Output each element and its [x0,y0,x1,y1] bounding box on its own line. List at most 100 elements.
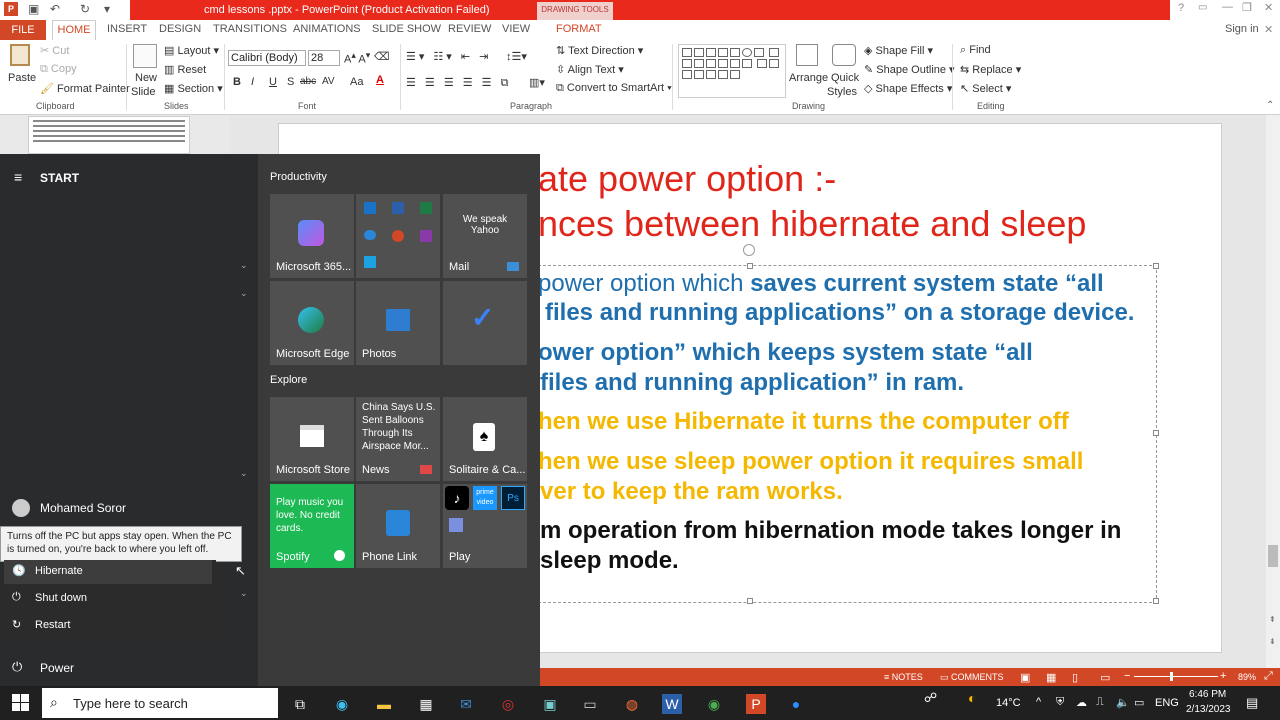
tab-file[interactable]: FILE [0,20,46,40]
zoom-level[interactable]: 89% [1238,672,1256,682]
power-option-shutdown[interactable]: ⏻ Shut down [4,587,212,611]
zoom-in-icon[interactable]: + [1220,670,1226,682]
tab-home[interactable]: HOME [52,20,96,40]
zoom-slider[interactable] [1134,676,1218,677]
tab-design[interactable]: DESIGN [159,23,201,35]
shape-fill-button[interactable]: ◈ Shape Fill ▾ [864,44,933,57]
tile-todo[interactable]: ✓ [443,281,527,365]
underline-button[interactable]: U [269,76,277,88]
power-option-restart[interactable]: ↻ Restart [4,614,212,638]
shape-effects-button[interactable]: ◇ Shape Effects ▾ [864,82,952,95]
ribbon-close-icon[interactable]: ✕ [1264,23,1273,36]
tile-microsoft-365[interactable]: Microsoft 365... [270,194,354,278]
chevron-down-icon[interactable]: ⌄ [240,288,248,299]
paste-button[interactable] [6,42,34,72]
tab-view[interactable]: VIEW [502,23,530,35]
change-case-button[interactable]: Aa [350,76,363,88]
store-taskbar-icon[interactable]: ▦ [416,694,436,714]
scrollbar-thumb[interactable] [1268,545,1278,567]
customize-quick-access-icon[interactable]: ▾ [104,2,110,16]
clear-format-icon[interactable]: ⌫ [374,50,390,63]
power-option-hibernate[interactable]: 🕓 Hibernate [4,560,212,584]
tile-play-folder[interactable]: ♪ prime video Ps Play [443,484,527,568]
file-explorer-icon[interactable]: ▬ [374,694,394,714]
tab-review[interactable]: REVIEW [448,23,491,35]
weather-temp[interactable]: 14°C [996,697,1021,709]
windows-start-button[interactable] [12,694,30,712]
resize-handle[interactable] [1153,263,1159,269]
zoom-out-icon[interactable]: − [1124,670,1130,682]
alignment-icons[interactable]: ☰ ☰ ☰ ☰ ☰ ⧉ [406,76,511,90]
notes-button[interactable]: ≡ NOTES [884,672,923,682]
network-tool-icon[interactable]: ▣ [540,694,560,714]
help-button[interactable]: ? [1178,2,1184,14]
new-slide-icon[interactable] [133,44,157,68]
chevron-down-icon[interactable]: ⌄ [240,588,248,599]
sign-in-link[interactable]: Sign in [1225,23,1259,35]
network-icon[interactable]: ⎍ [1096,696,1104,709]
restore-button[interactable]: ❐ [1242,1,1252,14]
strikethrough-button[interactable]: abc [300,76,316,87]
text-shadow-button[interactable]: S [287,76,294,88]
tile-spotify[interactable]: Play music you love. No credit cards. Sp… [270,484,354,568]
previous-slide-icon[interactable]: ⇞ [1269,615,1276,624]
format-painter-button[interactable]: 🖌 Format Painter [40,82,130,95]
tile-phone-link[interactable]: Phone Link [356,484,440,568]
layout-button[interactable]: ▤ Layout ▾ [164,44,219,57]
firefox-icon[interactable]: ◍ [622,694,642,714]
tile-news[interactable]: China Says U.S. Sent Balloons Through It… [356,397,440,481]
font-size-box[interactable]: 28 [308,50,340,66]
edge-taskbar-icon[interactable]: ◉ [332,694,352,714]
select-button[interactable]: ↖ Select ▾ [960,82,1011,95]
vertical-scrollbar[interactable]: ⇞ ⇟ [1266,115,1280,668]
line-spacing-icon[interactable]: ↕☰▾ [506,50,527,63]
close-button[interactable]: ✕ [1264,1,1273,14]
taskbar-search-box[interactable]: ⌕ Type here to search [42,688,278,718]
language-indicator[interactable]: ENG [1155,697,1179,709]
chevron-down-icon[interactable]: ⌄ [240,260,248,271]
tab-format[interactable]: FORMAT [556,23,602,35]
terminal-icon[interactable]: ▭ [580,694,600,714]
find-button[interactable]: ⌕ Find [960,44,991,57]
convert-smartart-button[interactable]: ⧉ Convert to SmartArt ▾ [556,82,672,95]
battery-icon[interactable]: ▭ [1134,696,1144,709]
ribbon-display-options-icon[interactable]: ▭ [1198,2,1207,13]
notifications-icon[interactable]: ▤ [1246,695,1258,711]
next-slide-icon[interactable]: ⇟ [1269,637,1276,646]
arrange-label[interactable]: Arrange [789,72,828,84]
italic-button[interactable]: I [251,76,254,88]
font-name-box[interactable]: Calibri (Body) [228,50,306,66]
minimize-button[interactable]: — [1222,1,1233,13]
reading-view-icon[interactable]: ▯ [1072,671,1078,684]
redo-icon[interactable]: ↻ [80,2,90,16]
resize-handle[interactable] [747,598,753,604]
replace-button[interactable]: ⇆ Replace ▾ [960,63,1021,76]
tile-photos[interactable]: Photos [356,281,440,365]
power-icon[interactable]: ⏻ [12,659,22,675]
quick-styles-icon[interactable] [832,44,856,66]
bullets-numbering-icons[interactable]: ☰▾ ☷▾ ⇤ ⇥ [406,50,491,63]
weather-icon[interactable]: ◐ [968,690,976,706]
character-spacing-button[interactable]: AV [322,76,335,87]
security-icon[interactable]: ⛨ [1056,696,1064,709]
cloud-icon[interactable]: ☁ [1076,696,1087,709]
tile-solitaire[interactable]: ♠ Solitaire & Ca... [443,397,527,481]
hamburger-menu-icon[interactable]: ≡ [14,169,22,185]
text-direction-button[interactable]: ⇅ Text Direction ▾ [556,44,643,57]
collapse-ribbon-icon[interactable]: ⌃ [1266,100,1274,111]
rotate-handle-icon[interactable] [743,244,755,256]
undo-icon[interactable]: ↶ [50,2,60,16]
section-button[interactable]: ▦ Section ▾ [164,82,223,95]
tab-slide-show[interactable]: SLIDE SHOW [372,23,441,35]
chrome-icon[interactable]: ◉ [704,694,724,714]
chevron-down-icon[interactable]: ⌄ [240,468,248,479]
volume-icon[interactable]: 🔈 [1116,696,1130,709]
columns-icon[interactable]: ▥▾ [529,76,545,89]
bold-button[interactable]: B [233,76,241,88]
zoom-icon[interactable]: ● [786,694,806,714]
quick-styles-label[interactable]: Quick [831,72,859,84]
slide-show-icon[interactable]: ▭ [1100,671,1110,684]
shape-outline-button[interactable]: ✎ Shape Outline ▾ [864,63,955,76]
resize-handle[interactable] [1153,598,1159,604]
task-view-icon[interactable]: ⧉ [290,694,310,714]
